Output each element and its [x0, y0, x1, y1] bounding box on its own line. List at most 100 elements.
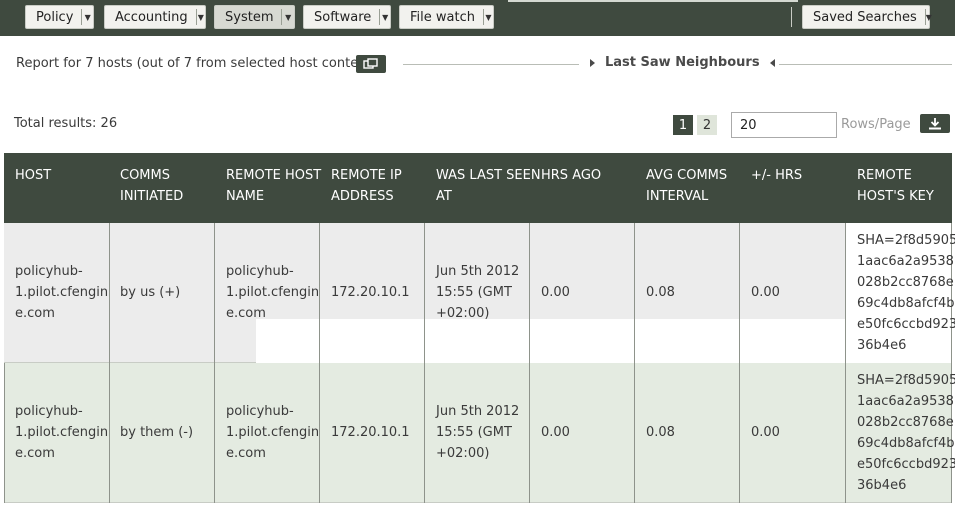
header-label-line: WAS LAST SEEN	[436, 168, 541, 183]
header-label-line: ADDRESS	[331, 189, 394, 204]
report-summary: Report for 7 hosts (out of 7 from select…	[16, 56, 376, 71]
popout-button[interactable]	[356, 55, 386, 73]
header-host-label: HOST	[15, 168, 52, 183]
menu-file-watch-label: File watch	[410, 9, 475, 25]
page-1-button[interactable]: 1	[673, 115, 693, 135]
host-name[interactable]: policyhub- 1.pilot.cfengin e.com	[15, 401, 108, 464]
top-menu-bar: Policy ▼ Accounting ▼ System ▼ Software …	[0, 0, 955, 36]
download-icon	[929, 118, 941, 130]
header-label-line: REMOTE	[857, 168, 912, 183]
header-avg-interval[interactable]: AVG COMMS INTERVAL	[646, 165, 727, 207]
menu-software-button[interactable]: Software ▼	[303, 5, 391, 29]
last-seen: Jun 5th 2012 15:55 (GMT +02:00)	[436, 261, 519, 324]
page-2-button[interactable]: 2	[697, 115, 717, 135]
header-plus-minus-label: +/- HRS	[751, 168, 803, 183]
menu-separator	[791, 7, 792, 27]
text-line: 1.pilot.cfengin	[226, 285, 320, 300]
header-comms-initiated[interactable]: COMMS INITIATED	[120, 165, 183, 207]
remote-ip: 172.20.10.1	[331, 425, 410, 440]
rows-per-page-label: Rows/Page	[841, 117, 911, 132]
dropdown-arrow-icon: ▼	[924, 9, 932, 25]
header-label-line: AVG COMMS	[646, 168, 728, 183]
text-line: e50fc6ccbd923	[857, 457, 955, 472]
section-rule-right	[779, 64, 952, 65]
text-line: policyhub-	[226, 404, 294, 419]
menu-system-button[interactable]: System ▼	[214, 5, 295, 29]
menu-accounting-label: Accounting	[115, 9, 188, 25]
dropdown-arrow-icon: ▼	[482, 9, 493, 25]
hrs-ago: 0.00	[541, 285, 570, 300]
neighbours-table: HOST COMMS INITIATED REMOTE HOST NAME REMO…	[4, 153, 955, 503]
triangle-right-icon	[590, 58, 595, 67]
table-header: HOST COMMS INITIATED REMOTE HOST NAME REMO…	[4, 153, 952, 223]
text-line: e50fc6ccbd923	[857, 317, 955, 332]
text-line: 69c4db8afcf4b	[857, 436, 955, 451]
text-line: policyhub-	[15, 264, 83, 279]
header-label-line: INTERVAL	[646, 189, 709, 204]
text-line: 36b4e6	[857, 478, 907, 493]
download-button[interactable]	[920, 114, 950, 133]
text-line: e.com	[226, 446, 266, 461]
text-line: SHA=2f8d5905	[857, 233, 955, 248]
header-remote-host-name[interactable]: REMOTE HOST NAME	[226, 165, 321, 207]
header-host[interactable]: HOST	[15, 165, 51, 186]
text-line: 69c4db8afcf4b	[857, 296, 955, 311]
text-line: +02:00)	[436, 306, 490, 321]
header-label-line: COMMS	[120, 168, 170, 183]
menu-policy-button[interactable]: Policy ▼	[25, 5, 94, 29]
header-label-line: REMOTE HOST	[226, 168, 322, 183]
text-line: 36b4e6	[857, 338, 907, 353]
dropdown-arrow-icon: ▼	[81, 9, 93, 25]
menu-strip-divider	[508, 0, 798, 2]
section-title[interactable]: Last Saw Neighbours	[590, 55, 775, 70]
header-label-line: AT	[436, 189, 452, 204]
text-line: 1.pilot.cfengin	[15, 285, 109, 300]
menu-accounting-button[interactable]: Accounting ▼	[104, 5, 206, 29]
remote-ip: 172.20.10.1	[331, 285, 410, 300]
header-last-seen[interactable]: WAS LAST SEEN AT	[436, 165, 541, 207]
text-line: SHA=2f8d5905	[857, 373, 955, 388]
text-line: e.com	[15, 306, 55, 321]
text-line: +02:00)	[436, 446, 490, 461]
rows-per-page-input[interactable]	[731, 112, 837, 138]
text-line: Jun 5th 2012	[436, 404, 520, 419]
host-name[interactable]: policyhub- 1.pilot.cfengin e.com	[15, 261, 108, 324]
remote-host-key: SHA=2f8d5905 1aac6a2a9538 028b2cc8768e 69c4…	[857, 230, 955, 356]
header-remote-ip[interactable]: REMOTE IP ADDRESS	[331, 165, 402, 207]
menu-policy-label: Policy	[36, 9, 74, 25]
header-label-line: HOST'S KEY	[857, 189, 934, 204]
dropdown-arrow-icon: ▼	[281, 9, 294, 25]
text-line: e.com	[15, 446, 55, 461]
header-remote-key[interactable]: REMOTE HOST'S KEY	[857, 165, 934, 207]
header-label-line: NAME	[226, 189, 265, 204]
text-line: 15:55 (GMT	[436, 425, 512, 440]
text-line: 15:55 (GMT	[436, 285, 512, 300]
text-line: 1.pilot.cfengin	[226, 425, 320, 440]
text-line: 028b2cc8768e	[857, 275, 954, 290]
text-line: Jun 5th 2012	[436, 264, 520, 279]
header-plus-minus-hrs[interactable]: +/- HRS	[751, 165, 802, 186]
dropdown-arrow-icon: ▼	[379, 9, 390, 25]
total-results: Total results: 26	[14, 116, 118, 131]
remote-host-name: policyhub- 1.pilot.cfengin e.com	[226, 401, 319, 464]
popout-window-icon	[363, 58, 378, 69]
saved-searches-label: Saved Searches	[813, 9, 917, 25]
comms-initiated: by them (-)	[120, 425, 194, 440]
text-line: 028b2cc8768e	[857, 415, 954, 430]
remote-host-key: SHA=2f8d5905 1aac6a2a9538 028b2cc8768e 69c4…	[857, 370, 955, 496]
section-title-label: Last Saw Neighbours	[605, 55, 760, 70]
text-line: 1aac6a2a9538	[857, 394, 954, 409]
last-seen: Jun 5th 2012 15:55 (GMT +02:00)	[436, 401, 519, 464]
menu-system-label: System	[225, 9, 274, 25]
plus-minus-hrs: 0.00	[751, 425, 780, 440]
header-label-line: REMOTE IP	[331, 168, 402, 183]
saved-searches-button[interactable]: Saved Searches ▼	[802, 5, 932, 29]
header-label-line: INITIATED	[120, 189, 184, 204]
menu-file-watch-button[interactable]: File watch ▼	[399, 5, 494, 29]
avg-interval: 0.08	[646, 285, 675, 300]
text-line: 1aac6a2a9538	[857, 254, 954, 269]
header-hrs-ago[interactable]: HRS AGO	[541, 165, 601, 186]
text-line: 1.pilot.cfengin	[15, 425, 109, 440]
text-line: e.com	[226, 306, 266, 321]
comms-initiated: by us (+)	[120, 285, 181, 300]
